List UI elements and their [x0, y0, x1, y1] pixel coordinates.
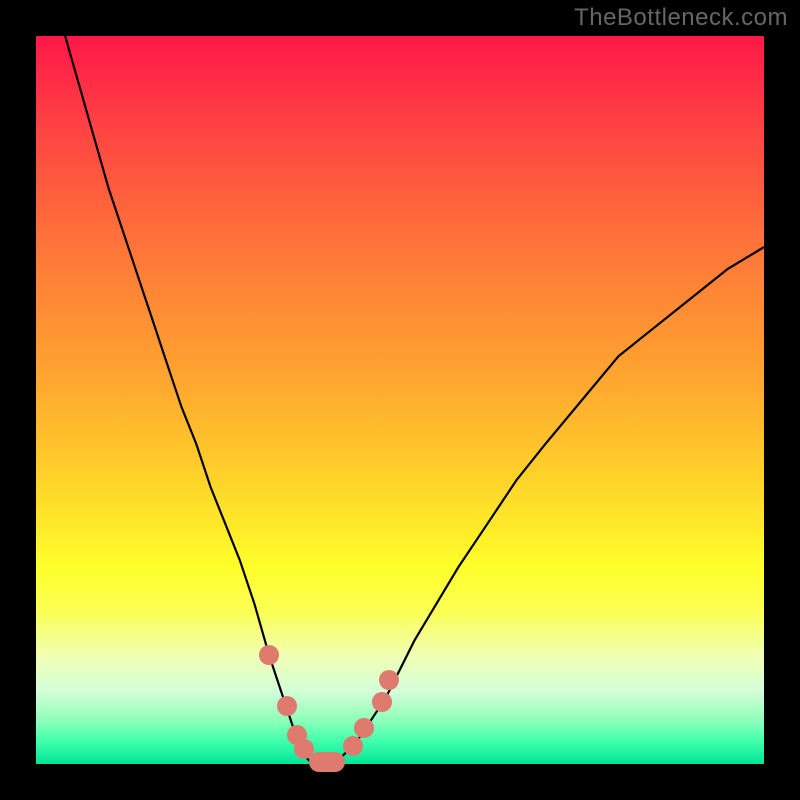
watermark-text: TheBottleneck.com [574, 4, 788, 32]
chart-marker [372, 692, 392, 712]
chart-markers-layer [36, 36, 764, 764]
chart-trough-bar [309, 752, 345, 772]
chart-marker [343, 736, 363, 756]
chart-plot-area [36, 36, 764, 764]
chart-marker [277, 696, 297, 716]
chart-marker [379, 670, 399, 690]
chart-marker [259, 645, 279, 665]
chart-marker [354, 718, 374, 738]
